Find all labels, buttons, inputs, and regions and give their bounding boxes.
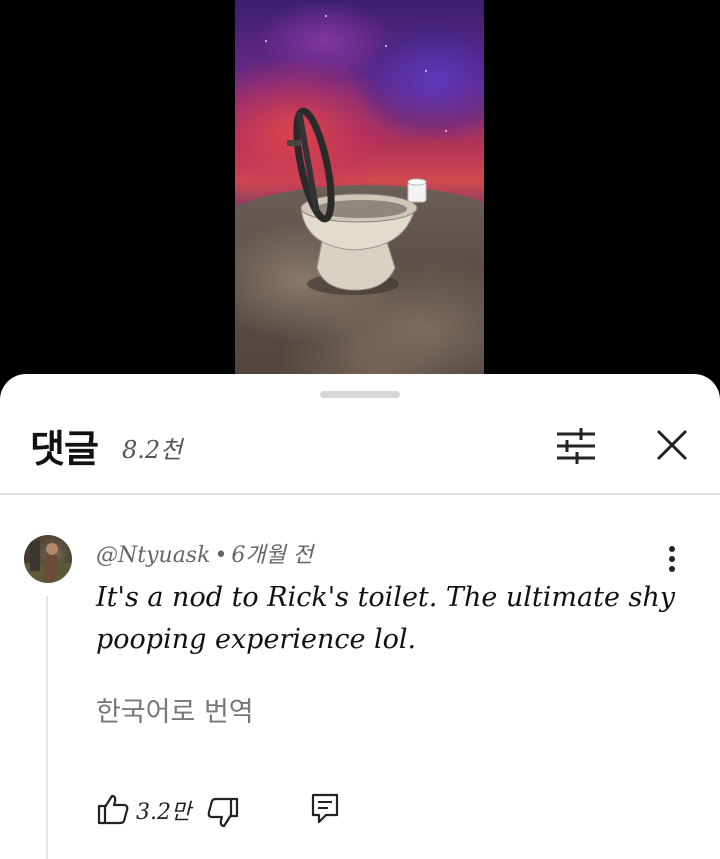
like-count: 3.2만 bbox=[136, 800, 192, 825]
reply-button[interactable] bbox=[310, 792, 340, 826]
avatar[interactable] bbox=[24, 535, 72, 583]
avatar-image bbox=[24, 541, 72, 583]
comments-title: 댓글 bbox=[30, 427, 99, 471]
comments-count: 8.2천 bbox=[122, 436, 183, 464]
meta-separator: • bbox=[214, 543, 228, 568]
thread-line bbox=[46, 596, 48, 859]
drag-handle[interactable] bbox=[320, 391, 400, 398]
comment-icon bbox=[311, 793, 339, 824]
more-options-button[interactable] bbox=[660, 544, 684, 576]
sliders-icon bbox=[557, 428, 595, 464]
thumbs-down-icon bbox=[207, 797, 239, 828]
thumbs-up-icon bbox=[97, 794, 129, 825]
comment-timestamp: 6개월 전 bbox=[231, 543, 314, 568]
filter-button[interactable] bbox=[555, 426, 597, 466]
video-thumbnail[interactable] bbox=[235, 0, 484, 378]
close-icon bbox=[656, 429, 688, 461]
video-area[interactable] bbox=[0, 0, 720, 400]
dislike-button[interactable] bbox=[206, 796, 240, 830]
like-button[interactable] bbox=[96, 792, 130, 826]
comment-text: It's a nod to Rick's toilet. The ultimat… bbox=[96, 582, 676, 655]
comment-meta: @Ntyuask • 6개월 전 bbox=[96, 537, 313, 569]
more-vertical-icon bbox=[669, 546, 675, 572]
translate-link[interactable]: 한국어로 번역 bbox=[96, 690, 254, 729]
toilet-illustration bbox=[287, 107, 427, 295]
close-button[interactable] bbox=[652, 425, 692, 465]
header-divider bbox=[0, 493, 720, 495]
comments-sheet: 댓글 8.2천 @Ntyuask • 6개월 전 It's a nod to R… bbox=[0, 374, 720, 859]
comment-author[interactable]: @Ntyuask bbox=[96, 543, 210, 568]
